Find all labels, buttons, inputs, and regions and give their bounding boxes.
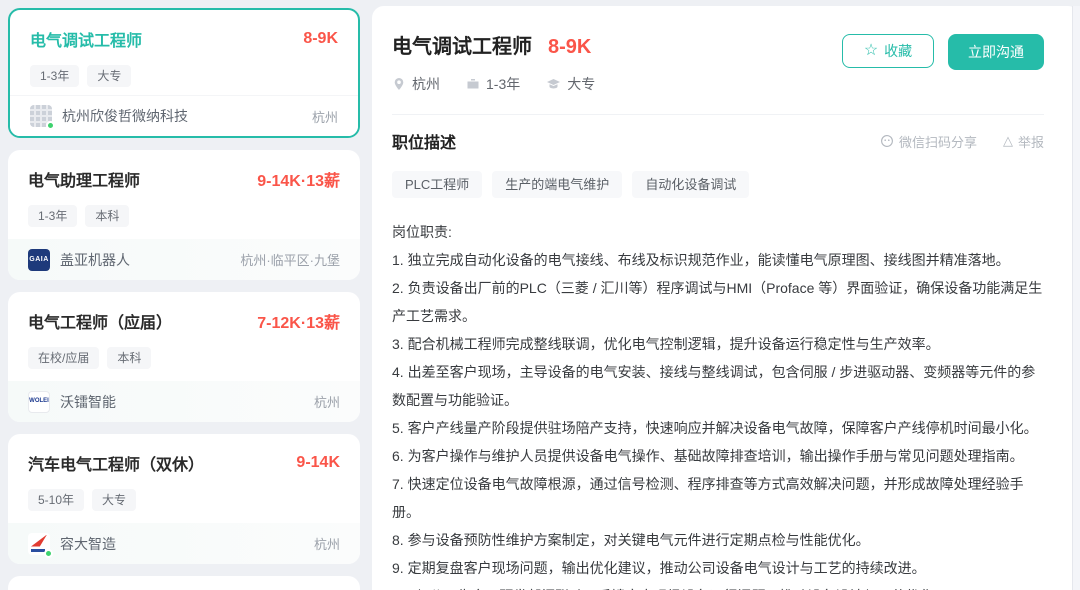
job-tags: 在校/应届本科 — [28, 347, 340, 369]
job-title: 汽车电气工程师（双休） — [28, 451, 204, 475]
description-line: 10. 与公司生产、研发部门联动，反馈客户现场设备运行问题，推动设备设计与工艺优… — [392, 582, 1044, 590]
job-card-footer: 杭州欣俊哲微纳科技 杭州 — [10, 95, 358, 136]
description-line: 3. 配合机械工程师完成整线联调，优化电气控制逻辑，提升设备运行稳定性与生产效率… — [392, 330, 1044, 358]
report-label: 举报 — [1018, 132, 1044, 151]
graduation-cap-icon — [546, 77, 561, 91]
job-location: 杭州 — [312, 107, 338, 126]
company-logo-wolei: WOLEI — [28, 391, 50, 413]
online-status-dot — [44, 549, 53, 558]
job-card[interactable]: 汽车电气工程师（双休） 9-14K 5-10年大专 容大智造 杭州 — [8, 434, 360, 564]
favorite-label: 收藏 — [884, 41, 912, 61]
keyword-tag: PLC工程师 — [392, 171, 482, 198]
job-card-footer: 容大智造 杭州 — [8, 523, 360, 564]
online-status-dot — [46, 121, 55, 130]
description-line: 2. 负责设备出厂前的PLC（三菱 / 汇川等）程序调试与HMI（Proface… — [392, 274, 1044, 330]
description-line: 7. 快速定位设备电气故障根源，通过信号检测、程序排查等方式高效解决问题，并形成… — [392, 470, 1044, 526]
job-tag: 5-10年 — [28, 489, 84, 511]
job-description-text: 岗位职责:1. 独立完成自动化设备的电气接线、布线及标识规范作业，能读懂电气原理… — [392, 218, 1044, 590]
report-warning-icon: △ — [1003, 133, 1013, 149]
job-tags: 1-3年本科 — [28, 205, 340, 227]
briefcase-icon — [466, 77, 480, 91]
wechat-share-label: 微信扫码分享 — [899, 132, 977, 151]
meta-experience: 1-3年 — [466, 74, 520, 94]
description-line: 8. 参与设备预防性维护方案制定，对关键电气元件进行定期点检与性能优化。 — [392, 526, 1044, 554]
detail-job-title: 电气调试工程师 — [392, 30, 532, 59]
job-tag: 本科 — [85, 205, 129, 227]
keyword-tag: 自动化设备调试 — [632, 171, 749, 198]
company-logo-building-icon — [30, 105, 52, 127]
job-card-head: 电气助理工程师 9-14K·13薪 1-3年本科 — [8, 150, 360, 227]
detail-job-salary: 8-9K — [548, 36, 591, 59]
job-card-partial[interactable] — [8, 576, 360, 590]
chat-label: 立即沟通 — [968, 42, 1024, 62]
job-tag: 大专 — [92, 489, 136, 511]
job-tag: 1-3年 — [28, 205, 77, 227]
job-tag: 1-3年 — [30, 65, 79, 87]
meta-education: 大专 — [546, 74, 595, 94]
section-tools: 微信扫码分享 △ 举报 — [880, 132, 1044, 151]
job-title: 电气工程师（应届） — [28, 309, 172, 333]
description-line: 4. 出差至客户现场，主导设备的电气安装、接线与整线调试，包含伺服 / 步进驱动… — [392, 358, 1044, 414]
scrollbar[interactable] — [1072, 6, 1080, 590]
keyword-tag: 生产的端电气维护 — [492, 171, 622, 198]
wechat-icon — [880, 134, 894, 148]
job-title: 电气调试工程师 — [30, 27, 142, 51]
company-name: 盖亚机器人 — [60, 250, 240, 270]
wechat-share-button[interactable]: 微信扫码分享 — [880, 132, 977, 151]
meta-education-label: 大专 — [567, 74, 595, 94]
job-salary: 9-14K — [296, 454, 340, 472]
job-tag: 大专 — [87, 65, 131, 87]
job-location: 杭州 — [314, 392, 340, 411]
report-button[interactable]: △ 举报 — [1003, 132, 1044, 151]
description-line: 1. 独立完成自动化设备的电气接线、布线及标识规范作业，能读懂电气原理图、接线图… — [392, 246, 1044, 274]
meta-city: 杭州 — [392, 74, 440, 94]
location-pin-icon — [392, 77, 406, 91]
company-name: 沃镭智能 — [60, 392, 314, 412]
section-row: 职位描述 微信扫码分享 △ 举报 — [392, 129, 1044, 153]
job-salary: 9-14K·13薪 — [257, 167, 340, 191]
company-name: 杭州欣俊哲微纳科技 — [62, 106, 312, 126]
favorite-button[interactable]: ☆ 收藏 — [842, 34, 934, 68]
job-location: 杭州·临平区·九堡 — [240, 250, 340, 269]
job-card-head: 汽车电气工程师（双休） 9-14K 5-10年大专 — [8, 434, 360, 511]
description-line: 9. 定期复盘客户现场问题，输出优化建议，推动公司设备电气设计与工艺的持续改进。 — [392, 554, 1044, 582]
company-name: 容大智造 — [60, 534, 314, 554]
job-salary: 7-12K·13薪 — [257, 309, 340, 333]
job-tag: 在校/应届 — [28, 347, 99, 369]
job-card[interactable]: 电气助理工程师 9-14K·13薪 1-3年本科 GAIA 盖亚机器人 杭州·临… — [8, 150, 360, 280]
detail-meta-row: 杭州 1-3年 大专 — [392, 74, 1044, 94]
job-salary: 8-9K — [303, 30, 338, 48]
description-line: 6. 为客户操作与维护人员提供设备电气操作、基础故障排查培训，输出操作手册与常见… — [392, 442, 1044, 470]
job-card-selected[interactable]: 电气调试工程师 8-9K 1-3年大专 杭州欣俊哲微纳科技 杭州 — [8, 8, 360, 138]
detail-header: 电气调试工程师 8-9K 杭州 1-3年 大专 ☆ 收藏 立即沟通 — [372, 6, 1080, 115]
keyword-tags: PLC工程师生产的端电气维护自动化设备调试 — [392, 171, 1044, 198]
meta-experience-label: 1-3年 — [486, 74, 520, 94]
job-tags: 1-3年大专 — [30, 65, 338, 87]
company-logo-rongda — [28, 533, 50, 555]
job-list: 电气调试工程师 8-9K 1-3年大专 杭州欣俊哲微纳科技 杭州 电气助理工程师… — [8, 8, 360, 590]
job-card-footer: WOLEI 沃镭智能 杭州 — [8, 381, 360, 422]
job-location: 杭州 — [314, 534, 340, 553]
job-card-head: 电气调试工程师 8-9K 1-3年大专 — [10, 10, 358, 87]
description-line: 岗位职责: — [392, 218, 1044, 246]
chat-now-button[interactable]: 立即沟通 — [948, 34, 1044, 70]
job-tags: 5-10年大专 — [28, 489, 340, 511]
rongda-bar-icon — [31, 549, 45, 552]
detail-body: 职位描述 微信扫码分享 △ 举报 PLC工程师生产的端电气维护自动化设备调试 岗… — [372, 115, 1080, 590]
job-card[interactable]: 电气工程师（应届） 7-12K·13薪 在校/应届本科 WOLEI 沃镭智能 杭… — [8, 292, 360, 422]
meta-city-label: 杭州 — [412, 74, 440, 94]
job-detail-panel: 电气调试工程师 8-9K 杭州 1-3年 大专 ☆ 收藏 立即沟通 — [372, 6, 1080, 590]
rongda-flag-icon — [31, 535, 47, 547]
job-card-head: 电气工程师（应届） 7-12K·13薪 在校/应届本科 — [8, 292, 360, 369]
description-line: 5. 客户产线量产阶段提供驻场陪产支持，快速响应并解决设备电气故障，保障客户产线… — [392, 414, 1044, 442]
star-icon: ☆ — [864, 43, 878, 59]
company-logo-gaia: GAIA — [28, 249, 50, 271]
job-description-heading: 职位描述 — [392, 129, 456, 153]
job-title: 电气助理工程师 — [28, 167, 140, 191]
header-divider — [392, 114, 1044, 115]
job-card-footer: GAIA 盖亚机器人 杭州·临平区·九堡 — [8, 239, 360, 280]
job-tag: 本科 — [107, 347, 151, 369]
header-actions: ☆ 收藏 立即沟通 — [842, 34, 1044, 70]
